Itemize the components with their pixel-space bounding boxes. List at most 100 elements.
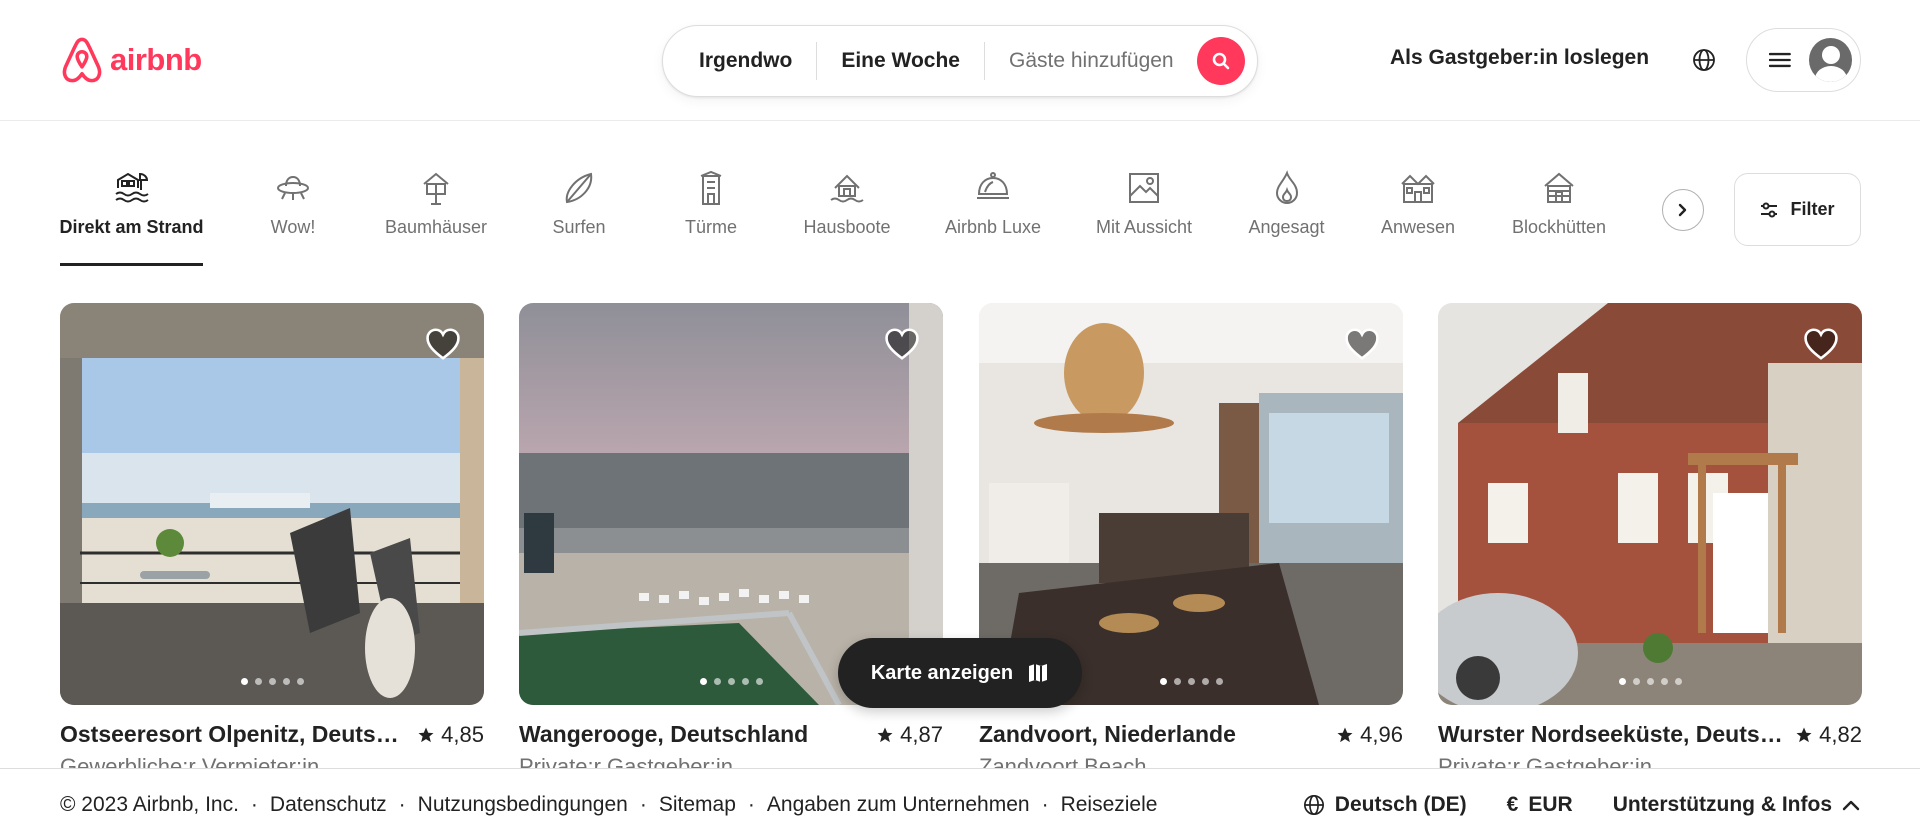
category-label: Baumhäuser	[384, 217, 488, 237]
ufo-icon	[274, 169, 312, 207]
listing-title: Ostseeresort Olpenitz, Deutschland	[60, 721, 405, 747]
listing-card[interactable]: Wangerooge, Deutschland 4,87 Private:r G…	[519, 303, 943, 780]
category-direkt-am-strand[interactable]: Direkt am Strand	[59, 169, 204, 266]
listing-title: Wurster Nordseeküste, Deutschland	[1438, 721, 1783, 747]
star-icon	[1796, 727, 1812, 742]
category-label: Hausboote	[803, 217, 891, 237]
heart-favorite-icon[interactable]	[883, 325, 921, 363]
photo-pagination-dots	[60, 678, 484, 685]
heart-favorite-icon[interactable]	[424, 325, 462, 363]
category-label: Türme	[684, 217, 737, 237]
surfboard-icon	[560, 169, 598, 207]
user-avatar-icon	[1808, 38, 1852, 82]
listing-photo[interactable]	[60, 303, 484, 705]
rating-value: 4,87	[900, 721, 943, 747]
listing-photo[interactable]	[1438, 303, 1862, 705]
tower-icon	[692, 169, 730, 207]
cabin-icon	[1540, 169, 1578, 207]
listing-rating: 4,87	[876, 722, 943, 748]
language-button[interactable]	[1684, 40, 1724, 80]
treehouse-icon	[417, 169, 455, 207]
footer-language-button[interactable]: Deutsch (DE)	[1303, 793, 1467, 817]
rating-value: 4,82	[1819, 721, 1862, 747]
footer-bar: © 2023 Airbnb, Inc. · Datenschutz · Nutz…	[0, 768, 1920, 840]
beach-icon	[113, 169, 151, 207]
listing-card[interactable]: Wurster Nordseeküste, Deutschland 4,82 P…	[1438, 303, 1862, 780]
show-map-button[interactable]: Karte anzeigen	[838, 638, 1082, 708]
top-header: airbnb Irgendwo Eine Woche Gäste hinzufü…	[0, 0, 1920, 121]
search-guests[interactable]: Gäste hinzufügen	[985, 49, 1194, 73]
category-label: Direkt am Strand	[59, 217, 204, 237]
footer-separator: ·	[398, 792, 406, 816]
balcony-sea-photo	[60, 303, 484, 705]
footer-link-nutzungsbedingungen[interactable]: Nutzungsbedingungen	[418, 793, 628, 817]
brick-house-photo	[1438, 303, 1862, 705]
heart-favorite-icon[interactable]	[1343, 325, 1381, 363]
globe-icon	[1303, 794, 1324, 815]
category-angesagt[interactable]: Angesagt	[1245, 169, 1328, 238]
photo-pagination-dots	[1438, 678, 1862, 685]
houseboat-icon	[828, 169, 866, 207]
category-label: Surfen	[552, 217, 606, 237]
search-dates[interactable]: Eine Woche	[817, 49, 984, 73]
filter-label: Filter	[1790, 199, 1835, 219]
airbnb-logo-icon	[62, 37, 102, 83]
category-label: Mit Aussicht	[1095, 217, 1193, 237]
category-airbnb-luxe[interactable]: Airbnb Luxe	[942, 169, 1044, 238]
footer-separator: ·	[250, 792, 258, 816]
footer-currency-button[interactable]: € EUR	[1507, 793, 1573, 817]
category-blockhuetten[interactable]: Blockhütten	[1507, 169, 1611, 238]
category-baumhaeuser[interactable]: Baumhäuser	[383, 169, 489, 238]
category-label: Anwesen	[1380, 217, 1456, 237]
category-label: Wow!	[270, 217, 316, 237]
currency-symbol: €	[1506, 792, 1519, 816]
listing-card[interactable]: Zandvoort, Niederlande 4,96 Zandvoort Be…	[979, 303, 1403, 780]
listing-rating: 4,85	[417, 722, 484, 748]
category-wow[interactable]: Wow!	[262, 169, 324, 238]
profile-menu-button[interactable]	[1746, 28, 1861, 92]
footer-separator: ·	[639, 792, 647, 816]
listing-title: Zandvoort, Niederlande	[979, 721, 1236, 747]
filter-sliders-icon	[1761, 202, 1778, 217]
map-icon	[1029, 664, 1048, 682]
category-tuerme[interactable]: Türme	[683, 169, 739, 238]
logo-text: airbnb	[110, 42, 202, 77]
support-label: Unterstützung & Infos	[1612, 792, 1832, 816]
search-button[interactable]	[1197, 37, 1245, 85]
listing-card[interactable]: Ostseeresort Olpenitz, Deutschland 4,85 …	[60, 303, 484, 780]
become-host-link[interactable]: Als Gastgeber:in loslegen	[1390, 46, 1649, 70]
hamburger-menu-icon	[1769, 52, 1791, 68]
listing-title: Wangerooge, Deutschland	[519, 721, 809, 747]
category-scroll-next-button[interactable]	[1662, 189, 1704, 231]
footer-link-datenschutz[interactable]: Datenschutz	[270, 793, 387, 817]
airbnb-logo[interactable]: airbnb	[60, 36, 202, 84]
currency-label: EUR	[1528, 792, 1573, 816]
flame-icon	[1268, 169, 1306, 207]
footer-support-button[interactable]: Unterstützung & Infos	[1613, 793, 1860, 817]
category-label: Blockhütten	[1511, 217, 1607, 237]
category-label: Airbnb Luxe	[944, 217, 1042, 237]
category-label: Angesagt	[1248, 217, 1325, 237]
search-location[interactable]: Irgendwo	[663, 49, 816, 73]
category-mit-aussicht[interactable]: Mit Aussicht	[1092, 169, 1196, 238]
footer-link-sitemap[interactable]: Sitemap	[659, 793, 736, 817]
search-icon	[1212, 52, 1230, 70]
listing-rating: 4,96	[1336, 722, 1403, 748]
language-label: Deutsch (DE)	[1334, 792, 1467, 816]
view-icon	[1125, 169, 1163, 207]
category-anwesen[interactable]: Anwesen	[1379, 169, 1457, 238]
luxe-icon	[974, 169, 1012, 207]
footer-link-unternehmen[interactable]: Angaben zum Unternehmen	[767, 793, 1030, 817]
mansion-icon	[1399, 169, 1437, 207]
category-hausboote[interactable]: Hausboote	[800, 169, 894, 238]
rating-value: 4,85	[441, 721, 484, 747]
filter-button[interactable]: Filter	[1734, 173, 1861, 246]
star-icon	[418, 727, 434, 742]
heart-favorite-icon[interactable]	[1802, 325, 1840, 363]
star-icon	[877, 727, 893, 742]
category-surfen[interactable]: Surfen	[550, 169, 608, 238]
footer-separator: ·	[1041, 792, 1049, 816]
footer-separator: ·	[747, 792, 755, 816]
search-bar[interactable]: Irgendwo Eine Woche Gäste hinzufügen	[662, 25, 1258, 97]
footer-link-reiseziele[interactable]: Reiseziele	[1061, 793, 1158, 817]
